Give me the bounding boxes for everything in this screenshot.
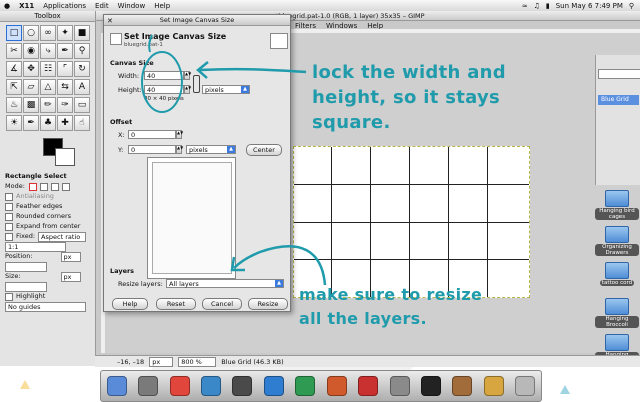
annotation-lock: lock the width and height, so it stays s… — [312, 62, 506, 133]
annotation-circle-tail — [148, 34, 153, 53]
annotation-arrow-lock — [199, 67, 307, 74]
annotation-circle — [141, 51, 183, 113]
annotation-arrow-resize — [233, 245, 327, 286]
annotation-resize: make sure to resize all the layers. — [299, 285, 483, 328]
